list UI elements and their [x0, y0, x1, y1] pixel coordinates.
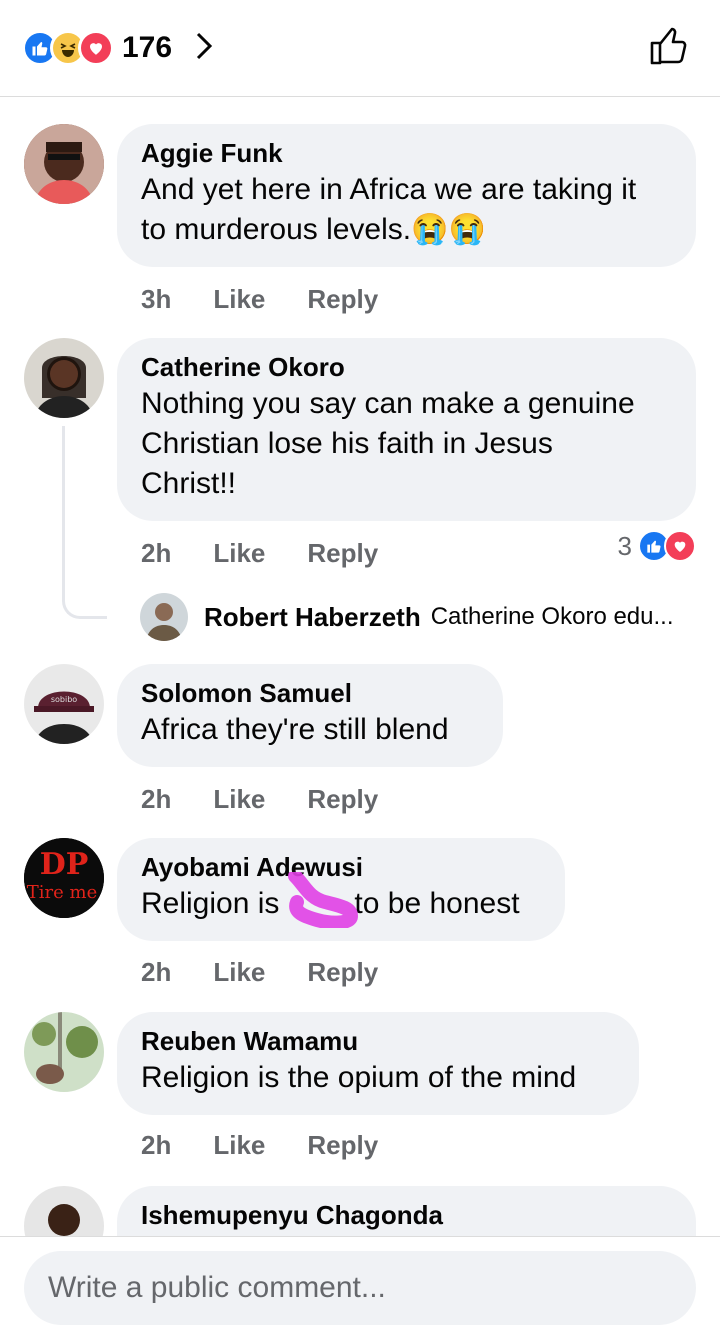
- comment-text: And yet here in Africa we are taking it: [141, 173, 637, 206]
- comment-text: Religion is the opium of the mind: [141, 1061, 577, 1094]
- chevron-right-icon: [194, 31, 214, 66]
- comment-bubble: Solomon Samuel Africa they're still blen…: [117, 664, 503, 767]
- like-link[interactable]: Like: [213, 538, 265, 569]
- reply-link[interactable]: Reply: [307, 538, 378, 569]
- comment-actions: 3h Like Reply: [141, 284, 378, 315]
- reply-link[interactable]: Reply: [307, 284, 378, 315]
- comment-time: 2h: [141, 538, 172, 568]
- crying-emoji: 😭😭: [411, 213, 486, 246]
- commenter-name[interactable]: Ishemupenyu Chagonda: [141, 1198, 672, 1232]
- reply-link[interactable]: Reply: [307, 1130, 378, 1161]
- thread-line: [62, 426, 107, 619]
- like-link[interactable]: Like: [213, 957, 265, 988]
- like-post-button[interactable]: [648, 26, 690, 68]
- comment-bubble: Ayobami Adewusi Religion is to be honest: [117, 838, 565, 941]
- comment-reactions[interactable]: 3: [618, 530, 696, 562]
- comment-actions: 2h Like Reply: [141, 957, 378, 988]
- reply-preview[interactable]: Robert Haberzeth Catherine Okoro edu...: [140, 591, 674, 643]
- like-link[interactable]: Like: [213, 284, 265, 315]
- comment-bubble: Ishemupenyu Chagonda: [117, 1186, 696, 1236]
- comment-time: 2h: [141, 957, 172, 987]
- comment-composer: [0, 1236, 720, 1337]
- like-link[interactable]: Like: [213, 1130, 265, 1161]
- comment-input[interactable]: [24, 1251, 696, 1325]
- svg-text:Tire me: Tire me: [27, 882, 97, 903]
- comment-reaction-count: 3: [617, 530, 632, 561]
- comment-actions: 2h Like Reply: [141, 1130, 378, 1161]
- comment-time: 2h: [141, 1130, 172, 1160]
- avatar: [140, 593, 188, 641]
- reaction-count: 176: [122, 31, 173, 64]
- comment-actions: 2h Like Reply: [141, 784, 378, 815]
- svg-text:sobibo: sobibo: [51, 695, 77, 704]
- reactions-summary[interactable]: 176: [22, 30, 214, 66]
- love-icon: [664, 530, 696, 562]
- avatar[interactable]: [24, 124, 104, 204]
- commenter-name[interactable]: Solomon Samuel: [141, 676, 479, 710]
- thumbs-up-icon: [648, 27, 690, 72]
- avatar[interactable]: [24, 338, 104, 418]
- comment-time: 3h: [141, 284, 172, 314]
- comment-text: Christian lose his faith in Jesus: [141, 427, 553, 460]
- comment-time: 2h: [141, 784, 172, 814]
- reply-author: Robert Haberzeth: [204, 601, 421, 632]
- svg-text:DP: DP: [40, 847, 89, 882]
- commenter-name[interactable]: Aggie Funk: [141, 136, 672, 170]
- love-icon: [78, 30, 114, 66]
- commenter-name[interactable]: Reuben Wamamu: [141, 1024, 615, 1058]
- comment-bubble: Reuben Wamamu Religion is the opium of t…: [117, 1012, 639, 1115]
- reply-link[interactable]: Reply: [307, 784, 378, 815]
- avatar[interactable]: DP Tire me: [24, 838, 104, 918]
- like-link[interactable]: Like: [213, 784, 265, 815]
- reply-link[interactable]: Reply: [307, 957, 378, 988]
- comment-text: Christ!!: [141, 467, 237, 500]
- censor-scribble: [288, 872, 359, 928]
- comments-list: Aggie Funk And yet here in Africa we are…: [0, 96, 720, 1236]
- comment-text: to murderous levels.😭😭: [141, 213, 486, 246]
- reply-snippet: Catherine Okoro edu...: [430, 603, 674, 630]
- reactions-header: 176: [0, 0, 720, 97]
- commenter-name[interactable]: Catherine Okoro: [141, 350, 672, 384]
- comment-text: Africa they're still blend: [141, 713, 449, 746]
- comment-bubble: Catherine Okoro Nothing you say can make…: [117, 338, 696, 521]
- comment-actions: 2h Like Reply: [141, 538, 378, 569]
- avatar[interactable]: [24, 1012, 104, 1092]
- avatar[interactable]: sobibo: [24, 664, 104, 744]
- comment-bubble: Aggie Funk And yet here in Africa we are…: [117, 124, 696, 267]
- avatar[interactable]: [24, 1186, 104, 1236]
- comment-text: Nothing you say can make a genuine: [141, 387, 635, 420]
